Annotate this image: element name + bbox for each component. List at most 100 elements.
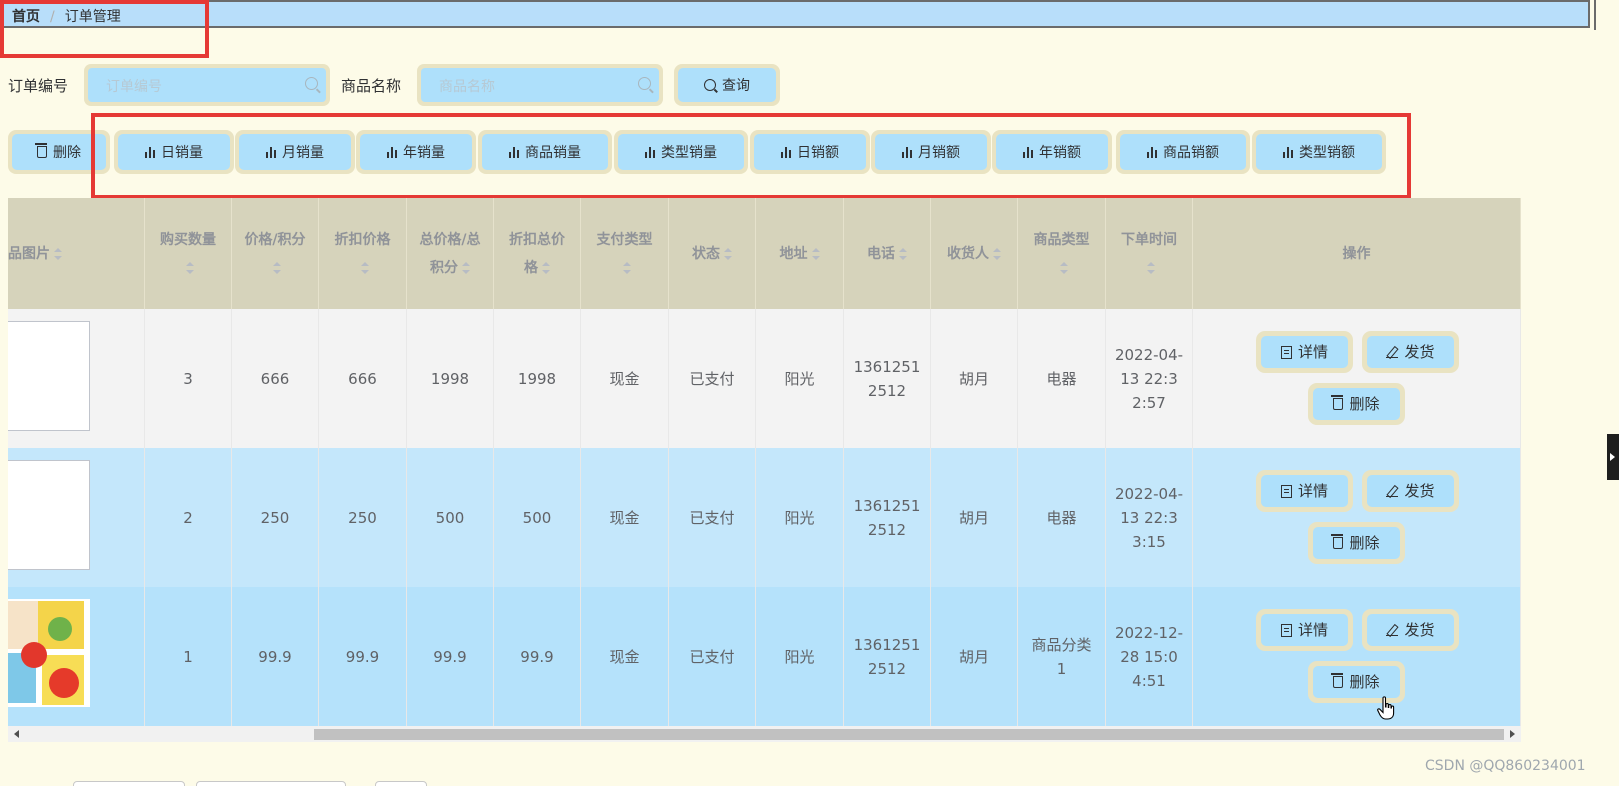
- column-header[interactable]: 价格/积分: [232, 198, 319, 309]
- cell-discount-total: 500: [494, 448, 581, 587]
- sort-caret-icon[interactable]: [1059, 261, 1068, 274]
- cell-discount-price: 99.9: [319, 587, 407, 726]
- document-icon: [1280, 623, 1292, 637]
- delete-button[interactable]: 删除: [1308, 522, 1405, 564]
- detail-button[interactable]: 详情: [1256, 470, 1353, 512]
- hand-cursor-icon: [1377, 696, 1395, 720]
- cell-value: 666: [260, 369, 290, 388]
- scrollbar-thumb[interactable]: [314, 729, 1504, 740]
- column-header[interactable]: 品图片: [8, 198, 145, 309]
- sort-caret-icon[interactable]: [993, 247, 1001, 260]
- cell-address: 阳光: [756, 587, 844, 726]
- cell-address: 阳光: [756, 309, 844, 448]
- sort-caret-icon[interactable]: [462, 261, 470, 274]
- column-header[interactable]: 折扣价格: [319, 198, 407, 309]
- order-no-input[interactable]: 订单编号: [106, 76, 162, 96]
- cell-value: 现金: [609, 508, 640, 527]
- sort-caret-icon[interactable]: [811, 247, 820, 260]
- watermark: CSDN @QQ860234001: [1425, 758, 1586, 774]
- goods-name-field[interactable]: 商品名称: [417, 64, 663, 106]
- cell-status: 已支付: [669, 309, 756, 448]
- cell-operations: 详情 发货 删除: [1193, 309, 1521, 448]
- column-header-label: 地址: [779, 245, 808, 262]
- column-header-label: 总价格/总积分: [419, 231, 481, 276]
- cell-value: 阳光: [784, 508, 815, 527]
- delete-label: 删除: [1349, 395, 1380, 413]
- cell-phone: 13612512512: [844, 448, 931, 587]
- column-header[interactable]: 状态: [669, 198, 756, 309]
- sort-caret-icon[interactable]: [899, 247, 907, 260]
- column-header: 操作: [1193, 198, 1521, 309]
- column-header[interactable]: 电话: [844, 198, 931, 309]
- delete-button[interactable]: 删除: [1308, 383, 1405, 425]
- delete-label: 删除: [1349, 534, 1380, 552]
- ship-button[interactable]: 发货: [1362, 331, 1459, 373]
- page-size-select[interactable]: [73, 781, 185, 786]
- cell-value: 250: [260, 508, 290, 527]
- column-header[interactable]: 总价格/总积分: [407, 198, 494, 309]
- query-button[interactable]: 查询: [674, 64, 780, 106]
- goods-name-label: 商品名称: [341, 77, 402, 95]
- cell-total: 99.9: [407, 587, 494, 726]
- side-expand-tab[interactable]: [1607, 434, 1619, 480]
- cell-value: 1998: [517, 369, 557, 388]
- column-header[interactable]: 商品类型: [1018, 198, 1106, 309]
- detail-button[interactable]: 详情: [1256, 331, 1353, 373]
- scroll-left-arrow-icon[interactable]: [14, 730, 19, 738]
- sort-caret-icon[interactable]: [1147, 261, 1155, 274]
- table-header: 品图片 购买数量 价格/积分 折扣价格 总价格/总积分 折扣总价格 支付类型 状态 地址 电话 收货…: [8, 198, 1521, 309]
- cell-value: 商品分类1: [1031, 635, 1092, 678]
- sort-caret-icon[interactable]: [724, 247, 732, 260]
- cell-value: 13612512512: [853, 357, 921, 400]
- column-header[interactable]: 支付类型: [581, 198, 669, 309]
- edit-icon: [1386, 485, 1399, 497]
- order-no-field[interactable]: 订单编号: [84, 64, 330, 106]
- cell-time: 2022-12-28 15:04:51: [1106, 587, 1193, 726]
- column-header[interactable]: 购买数量: [145, 198, 232, 309]
- horizontal-scrollbar[interactable]: [8, 726, 1521, 742]
- highlight-box-stats: [91, 113, 1411, 199]
- cell-value: 1998: [430, 369, 470, 388]
- cell-goods-type: 电器: [1018, 448, 1106, 587]
- cell-discount-total: 99.9: [494, 587, 581, 726]
- search-icon: [305, 77, 318, 90]
- cell-value: 阳光: [784, 647, 815, 666]
- detail-button[interactable]: 详情: [1256, 609, 1353, 651]
- cell-price: 666: [232, 309, 319, 448]
- cell-value: 13612512512: [853, 635, 921, 678]
- goods-name-input[interactable]: 商品名称: [439, 76, 495, 96]
- sort-caret-icon[interactable]: [54, 247, 62, 260]
- cell-value: 已支付: [689, 508, 735, 527]
- cell-time: 2022-04-13 22:32:57: [1106, 309, 1193, 448]
- cell-value: 2022-12-28 15:04:51: [1114, 623, 1184, 690]
- cell-value: 666: [348, 369, 377, 388]
- sort-caret-icon[interactable]: [186, 261, 194, 274]
- cell-value: 现金: [609, 647, 640, 666]
- pagination-bar[interactable]: [196, 781, 346, 786]
- cell-value: 1: [183, 647, 193, 666]
- product-image[interactable]: [8, 460, 90, 570]
- sort-caret-icon[interactable]: [622, 261, 631, 274]
- sort-caret-icon[interactable]: [273, 261, 281, 274]
- scroll-right-arrow-icon[interactable]: [1510, 730, 1515, 738]
- column-header[interactable]: 地址: [756, 198, 844, 309]
- cell-total: 1998: [407, 309, 494, 448]
- cell-value: 2: [183, 508, 193, 527]
- column-header[interactable]: 折扣总价格: [494, 198, 581, 309]
- product-image-cell: [8, 448, 145, 587]
- sort-caret-icon[interactable]: [360, 261, 369, 274]
- product-image[interactable]: [8, 599, 90, 707]
- column-header-label: 支付类型: [596, 231, 653, 248]
- cell-operations: 详情 发货 删除: [1193, 587, 1521, 726]
- search-icon: [704, 79, 716, 91]
- ship-button[interactable]: 发货: [1362, 609, 1459, 651]
- column-header[interactable]: 下单时间: [1106, 198, 1193, 309]
- column-header[interactable]: 收货人: [931, 198, 1018, 309]
- product-image[interactable]: [8, 321, 90, 431]
- column-header-label: 电话: [867, 245, 895, 262]
- ship-button[interactable]: 发货: [1362, 470, 1459, 512]
- cell-value: 13612512512: [853, 496, 921, 539]
- sort-caret-icon[interactable]: [542, 261, 550, 274]
- page-jump-input[interactable]: [375, 781, 427, 786]
- order-no-label: 订单编号: [8, 77, 69, 95]
